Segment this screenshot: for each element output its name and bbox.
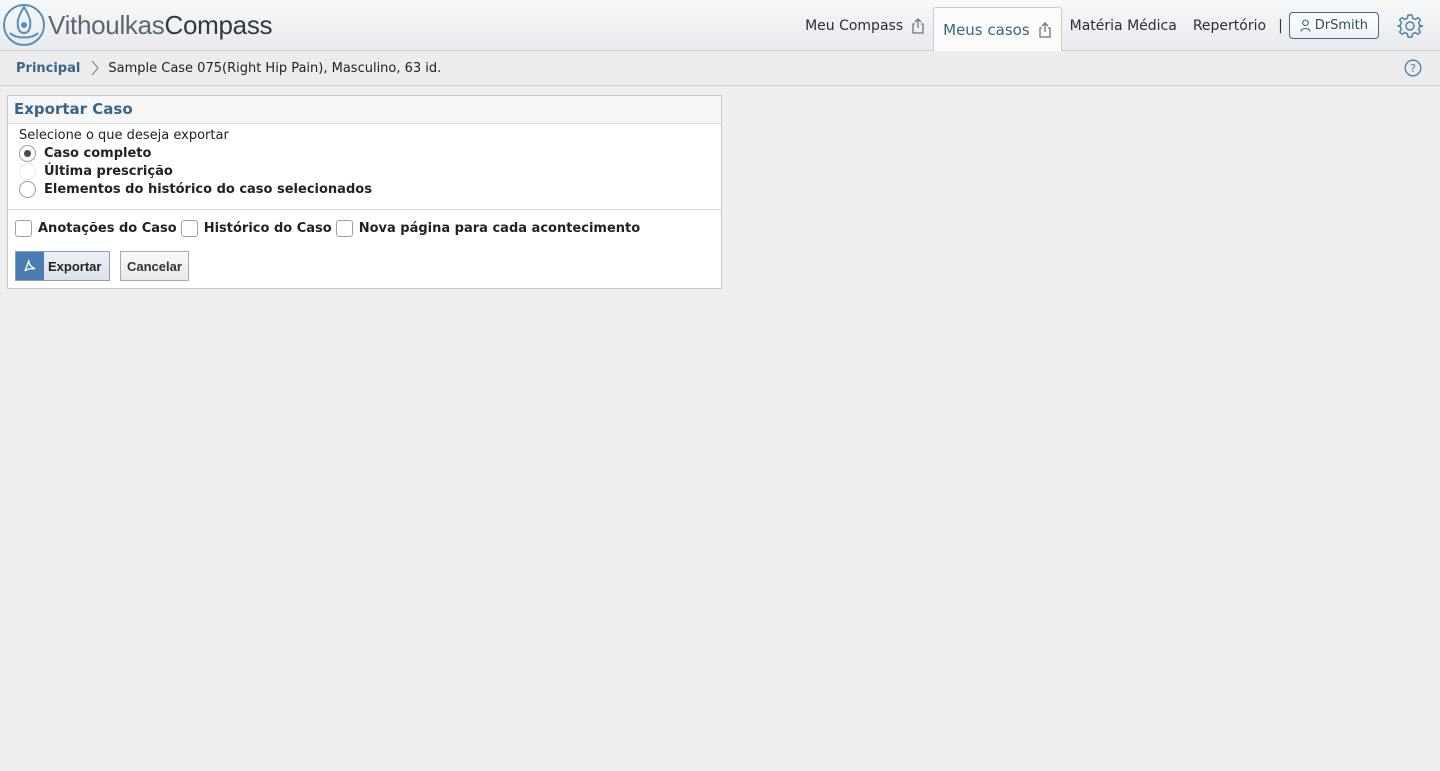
gear-icon[interactable]	[1397, 13, 1423, 39]
export-prompt: Selecione o que deseja exportar	[19, 128, 229, 143]
app-title: VithoulkasCompass	[48, 3, 273, 47]
nav-my-cases-label: Meus casos	[943, 20, 1030, 39]
nav-materia-medica[interactable]: Matéria Médica	[1062, 0, 1185, 51]
nav-repertory-label: Repertório	[1192, 17, 1267, 34]
radio-button[interactable]	[19, 144, 36, 162]
export-button[interactable]: Exportar	[15, 251, 110, 281]
radio-button[interactable]	[19, 180, 36, 198]
radio-label: Caso completo	[44, 145, 152, 161]
checkbox[interactable]	[335, 219, 353, 237]
app-logo[interactable]: VithoulkasCompass	[2, 3, 273, 47]
share-icon[interactable]	[911, 17, 925, 34]
panel-title: Exportar Caso	[8, 96, 721, 124]
cancel-button[interactable]: Cancelar	[120, 251, 189, 281]
breadcrumb-current: Sample Case 075(Right Hip Pain), Masculi…	[108, 60, 442, 76]
nav-my-compass-label: Meu Compass	[805, 17, 904, 34]
radio-last-prescription[interactable]: Última prescrição	[19, 162, 721, 180]
nav-materia-medica-label: Matéria Médica	[1069, 17, 1177, 34]
radio-selected-history[interactable]: Elementos do histórico do caso seleciona…	[19, 180, 721, 198]
top-nav: Meu Compass Meus casos Matéria Médica Re…	[797, 0, 1440, 51]
breadcrumb-home-link[interactable]: Principal	[16, 61, 80, 76]
nav-separator: |	[1278, 17, 1283, 34]
pdf-icon	[16, 252, 44, 280]
chevron-right-icon	[91, 60, 100, 76]
user-icon	[1300, 19, 1311, 32]
export-checkboxes: Anotações do Caso Histórico do Caso Nova…	[8, 210, 721, 240]
user-button[interactable]: DrSmith	[1288, 12, 1379, 39]
checkbox-label: Nova página para cada acontecimento	[358, 220, 641, 236]
export-options-section: Selecione o que deseja exportar Caso com…	[8, 124, 721, 210]
radio-label: Elementos do histórico do caso seleciona…	[44, 181, 372, 197]
checkbox-new-page-each-event[interactable]: Nova página para cada acontecimento	[335, 219, 641, 237]
export-button-label: Exportar	[48, 258, 102, 274]
radio-label: Última prescrição	[44, 163, 173, 179]
nav-repertory[interactable]: Repertório	[1185, 0, 1274, 51]
checkbox[interactable]	[15, 219, 32, 237]
help-icon[interactable]: ?	[1404, 59, 1422, 77]
export-case-panel: Exportar Caso Selecione o que deseja exp…	[7, 95, 722, 289]
checkbox[interactable]	[180, 219, 198, 237]
nav-my-cases[interactable]: Meus casos	[933, 7, 1062, 51]
compass-logo-icon	[3, 4, 45, 46]
radio-button[interactable]	[19, 162, 36, 180]
logo-text-light: Vithoulkas	[48, 10, 165, 40]
breadcrumb: Principal Sample Case 075(Right Hip Pain…	[0, 51, 1440, 86]
share-icon[interactable]	[1038, 21, 1052, 38]
checkbox-label: Anotações do Caso	[38, 220, 177, 236]
nav-my-compass[interactable]: Meu Compass	[797, 0, 933, 51]
checkbox-case-history[interactable]: Histórico do Caso	[180, 219, 332, 237]
logo-text-dark: Compass	[164, 10, 273, 40]
user-name: DrSmith	[1314, 18, 1368, 33]
radio-complete-case[interactable]: Caso completo	[19, 144, 721, 162]
app-header: VithoulkasCompass Meu Compass Meus casos…	[0, 0, 1440, 51]
checkbox-label: Histórico do Caso	[203, 220, 332, 236]
panel-actions: Exportar Cancelar	[8, 240, 721, 281]
checkbox-case-notes[interactable]: Anotações do Caso	[15, 219, 177, 237]
svg-text:?: ?	[1410, 62, 1416, 75]
